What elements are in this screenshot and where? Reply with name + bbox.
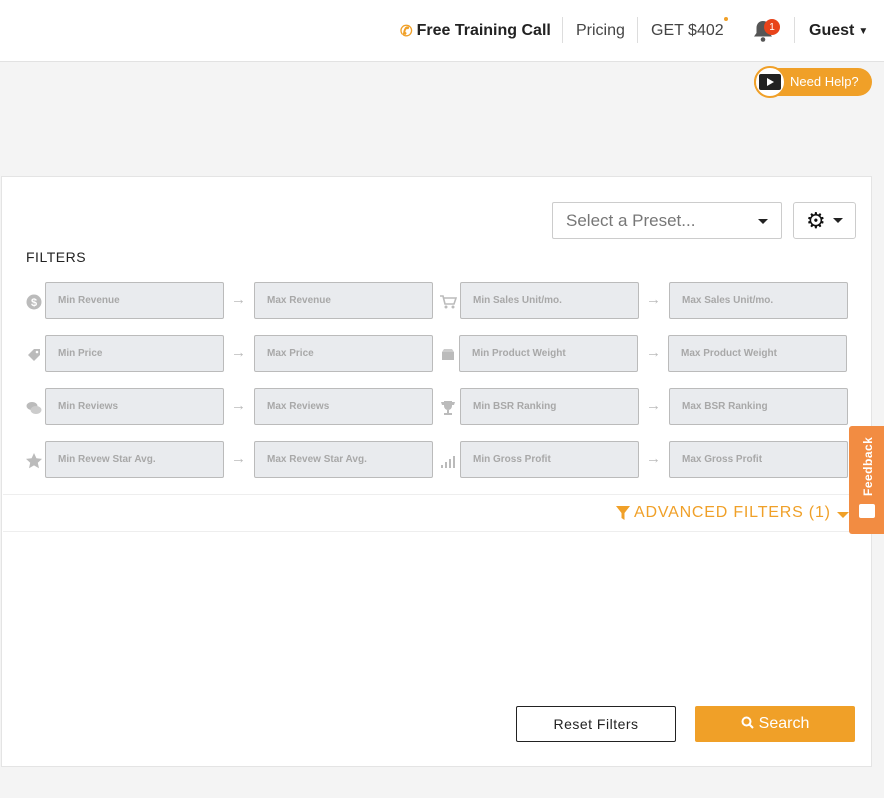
user-menu[interactable]: Guest ▼ (809, 0, 868, 62)
divider (3, 494, 871, 495)
max-revenue-input[interactable]: Max Revenue (254, 282, 433, 319)
user-name: Guest (809, 22, 855, 39)
svg-text:$: $ (31, 297, 37, 309)
phone-icon: ✆ (400, 23, 413, 40)
settings-dropdown-button[interactable]: ⚙ (793, 202, 856, 239)
video-play-icon (754, 66, 786, 98)
arrow-right-icon: → (231, 291, 246, 308)
reviews-icon (25, 399, 43, 417)
growth-chart-icon (439, 452, 457, 470)
min-product-weight-input[interactable]: Min Product Weight (459, 335, 638, 372)
feedback-face-icon (859, 504, 875, 518)
max-sales-units-input[interactable]: Max Sales Unit/mo. (669, 282, 848, 319)
min-review-star-avg-input[interactable]: Min Revew Star Avg. (45, 441, 224, 478)
max-price-input[interactable]: Max Price (254, 335, 433, 372)
get-offer-label: GET $402 (651, 22, 724, 39)
preset-select[interactable]: Select a Preset... (552, 202, 782, 239)
filters-heading: FILTERS (26, 249, 87, 265)
offer-indicator-dot (724, 17, 728, 21)
arrow-right-icon: → (231, 450, 246, 467)
min-reviews-input[interactable]: Min Reviews (45, 388, 224, 425)
reset-filters-button[interactable]: Reset Filters (516, 706, 676, 742)
need-help-label: Need Help? (790, 74, 859, 89)
arrow-right-icon: → (231, 344, 246, 361)
nav-divider (794, 17, 795, 43)
nav-divider (562, 17, 563, 43)
gear-icon: ⚙ (806, 207, 826, 233)
min-price-input[interactable]: Min Price (45, 335, 224, 372)
preset-select-placeholder: Select a Preset... (566, 210, 696, 230)
arrow-right-icon: → (646, 397, 661, 414)
free-training-call-label: Free Training Call (416, 22, 551, 39)
arrow-right-icon: → (646, 344, 661, 361)
price-tag-icon (25, 346, 43, 364)
star-icon (25, 452, 43, 470)
advanced-filters-toggle[interactable]: ADVANCED FILTERS (1) (616, 500, 849, 526)
filter-panel: Select a Preset... ⚙ FILTERS $ Min Reven… (1, 176, 872, 767)
feedback-label: Feedback (861, 436, 875, 496)
min-revenue-input[interactable]: Min Revenue (45, 282, 224, 319)
search-button-label: Search (758, 715, 810, 732)
feedback-tab[interactable]: Feedback (849, 426, 884, 534)
max-product-weight-input[interactable]: Max Product Weight (668, 335, 847, 372)
dollar-icon: $ (25, 293, 43, 311)
chevron-down-icon: ▼ (858, 25, 869, 37)
min-bsr-ranking-input[interactable]: Min BSR Ranking (460, 388, 639, 425)
need-help-button[interactable]: Need Help? (754, 66, 872, 98)
search-icon (741, 716, 754, 732)
max-reviews-input[interactable]: Max Reviews (254, 388, 433, 425)
filter-funnel-icon (616, 506, 630, 520)
min-sales-units-input[interactable]: Min Sales Unit/mo. (460, 282, 639, 319)
chevron-down-icon (837, 512, 849, 518)
notifications-button[interactable]: 1 (752, 0, 782, 62)
arrow-right-icon: → (646, 450, 661, 467)
min-gross-profit-input[interactable]: Min Gross Profit (460, 441, 639, 478)
search-button[interactable]: Search (695, 706, 855, 742)
notification-badge: 1 (764, 19, 780, 35)
trophy-icon (439, 399, 457, 417)
box-icon (439, 346, 457, 364)
top-navbar: ✆ Free Training Call Pricing GET $402 1 … (0, 0, 884, 62)
get-offer-link[interactable]: GET $402 (651, 0, 728, 62)
divider (3, 531, 871, 532)
pricing-link[interactable]: Pricing (576, 0, 625, 62)
arrow-right-icon: → (231, 397, 246, 414)
max-review-star-avg-input[interactable]: Max Revew Star Avg. (254, 441, 433, 478)
advanced-filters-label: ADVANCED FILTERS (1) (634, 504, 831, 521)
chevron-down-icon (832, 218, 843, 223)
nav-divider (637, 17, 638, 43)
arrow-right-icon: → (646, 291, 661, 308)
free-training-call-link[interactable]: ✆ Free Training Call (400, 0, 551, 62)
chevron-down-icon (758, 219, 768, 224)
max-gross-profit-input[interactable]: Max Gross Profit (669, 441, 848, 478)
cart-icon (439, 293, 457, 311)
max-bsr-ranking-input[interactable]: Max BSR Ranking (669, 388, 848, 425)
